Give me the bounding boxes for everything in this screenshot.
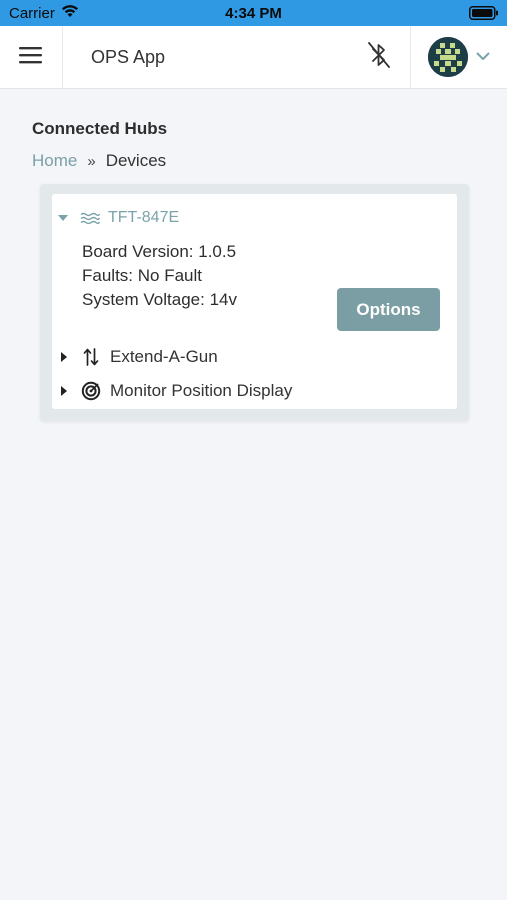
system-voltage: System Voltage: 14v — [82, 290, 237, 309]
breadcrumb-separator: » — [87, 152, 96, 170]
bluetooth-button[interactable] — [348, 26, 411, 88]
breadcrumb: Home » Devices — [32, 151, 166, 171]
breadcrumb-current: Devices — [105, 151, 167, 170]
faults-status: Faults: No Fault — [82, 266, 202, 285]
battery-icon — [469, 6, 499, 20]
wifi-icon — [61, 4, 79, 22]
hub-header[interactable]: TFT-847E — [58, 209, 179, 227]
status-bar: Carrier 4:34 PM — [0, 0, 507, 26]
bluetooth-off-icon — [366, 41, 392, 74]
account-menu[interactable] — [411, 26, 507, 88]
nav-bar: OPS App — [0, 26, 507, 89]
hub-name: TFT-847E — [108, 209, 180, 226]
chevron-down-icon — [476, 48, 490, 66]
hub-card-inner: TFT-847E Board Version: 1.0.5 Faults: No… — [52, 194, 457, 409]
status-left: Carrier — [9, 4, 79, 22]
page-title: Connected Hubs — [32, 119, 168, 138]
target-icon — [81, 381, 101, 401]
device-label: Extend-A-Gun — [110, 347, 218, 366]
avatar — [428, 37, 468, 77]
hub-card: TFT-847E Board Version: 1.0.5 Faults: No… — [40, 184, 469, 421]
board-version: Board Version: 1.0.5 — [82, 242, 237, 261]
carrier-label: Carrier — [9, 4, 55, 22]
device-item-extend-a-gun[interactable]: Extend-A-Gun — [61, 347, 218, 367]
device-label: Monitor Position Display — [110, 381, 293, 400]
menu-button[interactable] — [0, 26, 63, 88]
caret-right-icon — [61, 352, 67, 362]
device-item-monitor-position-display[interactable]: Monitor Position Display — [61, 381, 292, 401]
app-title: OPS App — [91, 46, 166, 67]
water-waves-icon — [80, 212, 100, 224]
options-button[interactable]: Options — [337, 288, 440, 331]
caret-right-icon — [61, 386, 67, 396]
breadcrumb-home-link[interactable]: Home — [32, 151, 77, 171]
menu-icon — [19, 46, 43, 69]
hub-info: Board Version: 1.0.5 Faults: No Fault Sy… — [82, 240, 237, 312]
caret-down-icon — [58, 215, 68, 221]
up-down-arrows-icon — [81, 347, 101, 367]
